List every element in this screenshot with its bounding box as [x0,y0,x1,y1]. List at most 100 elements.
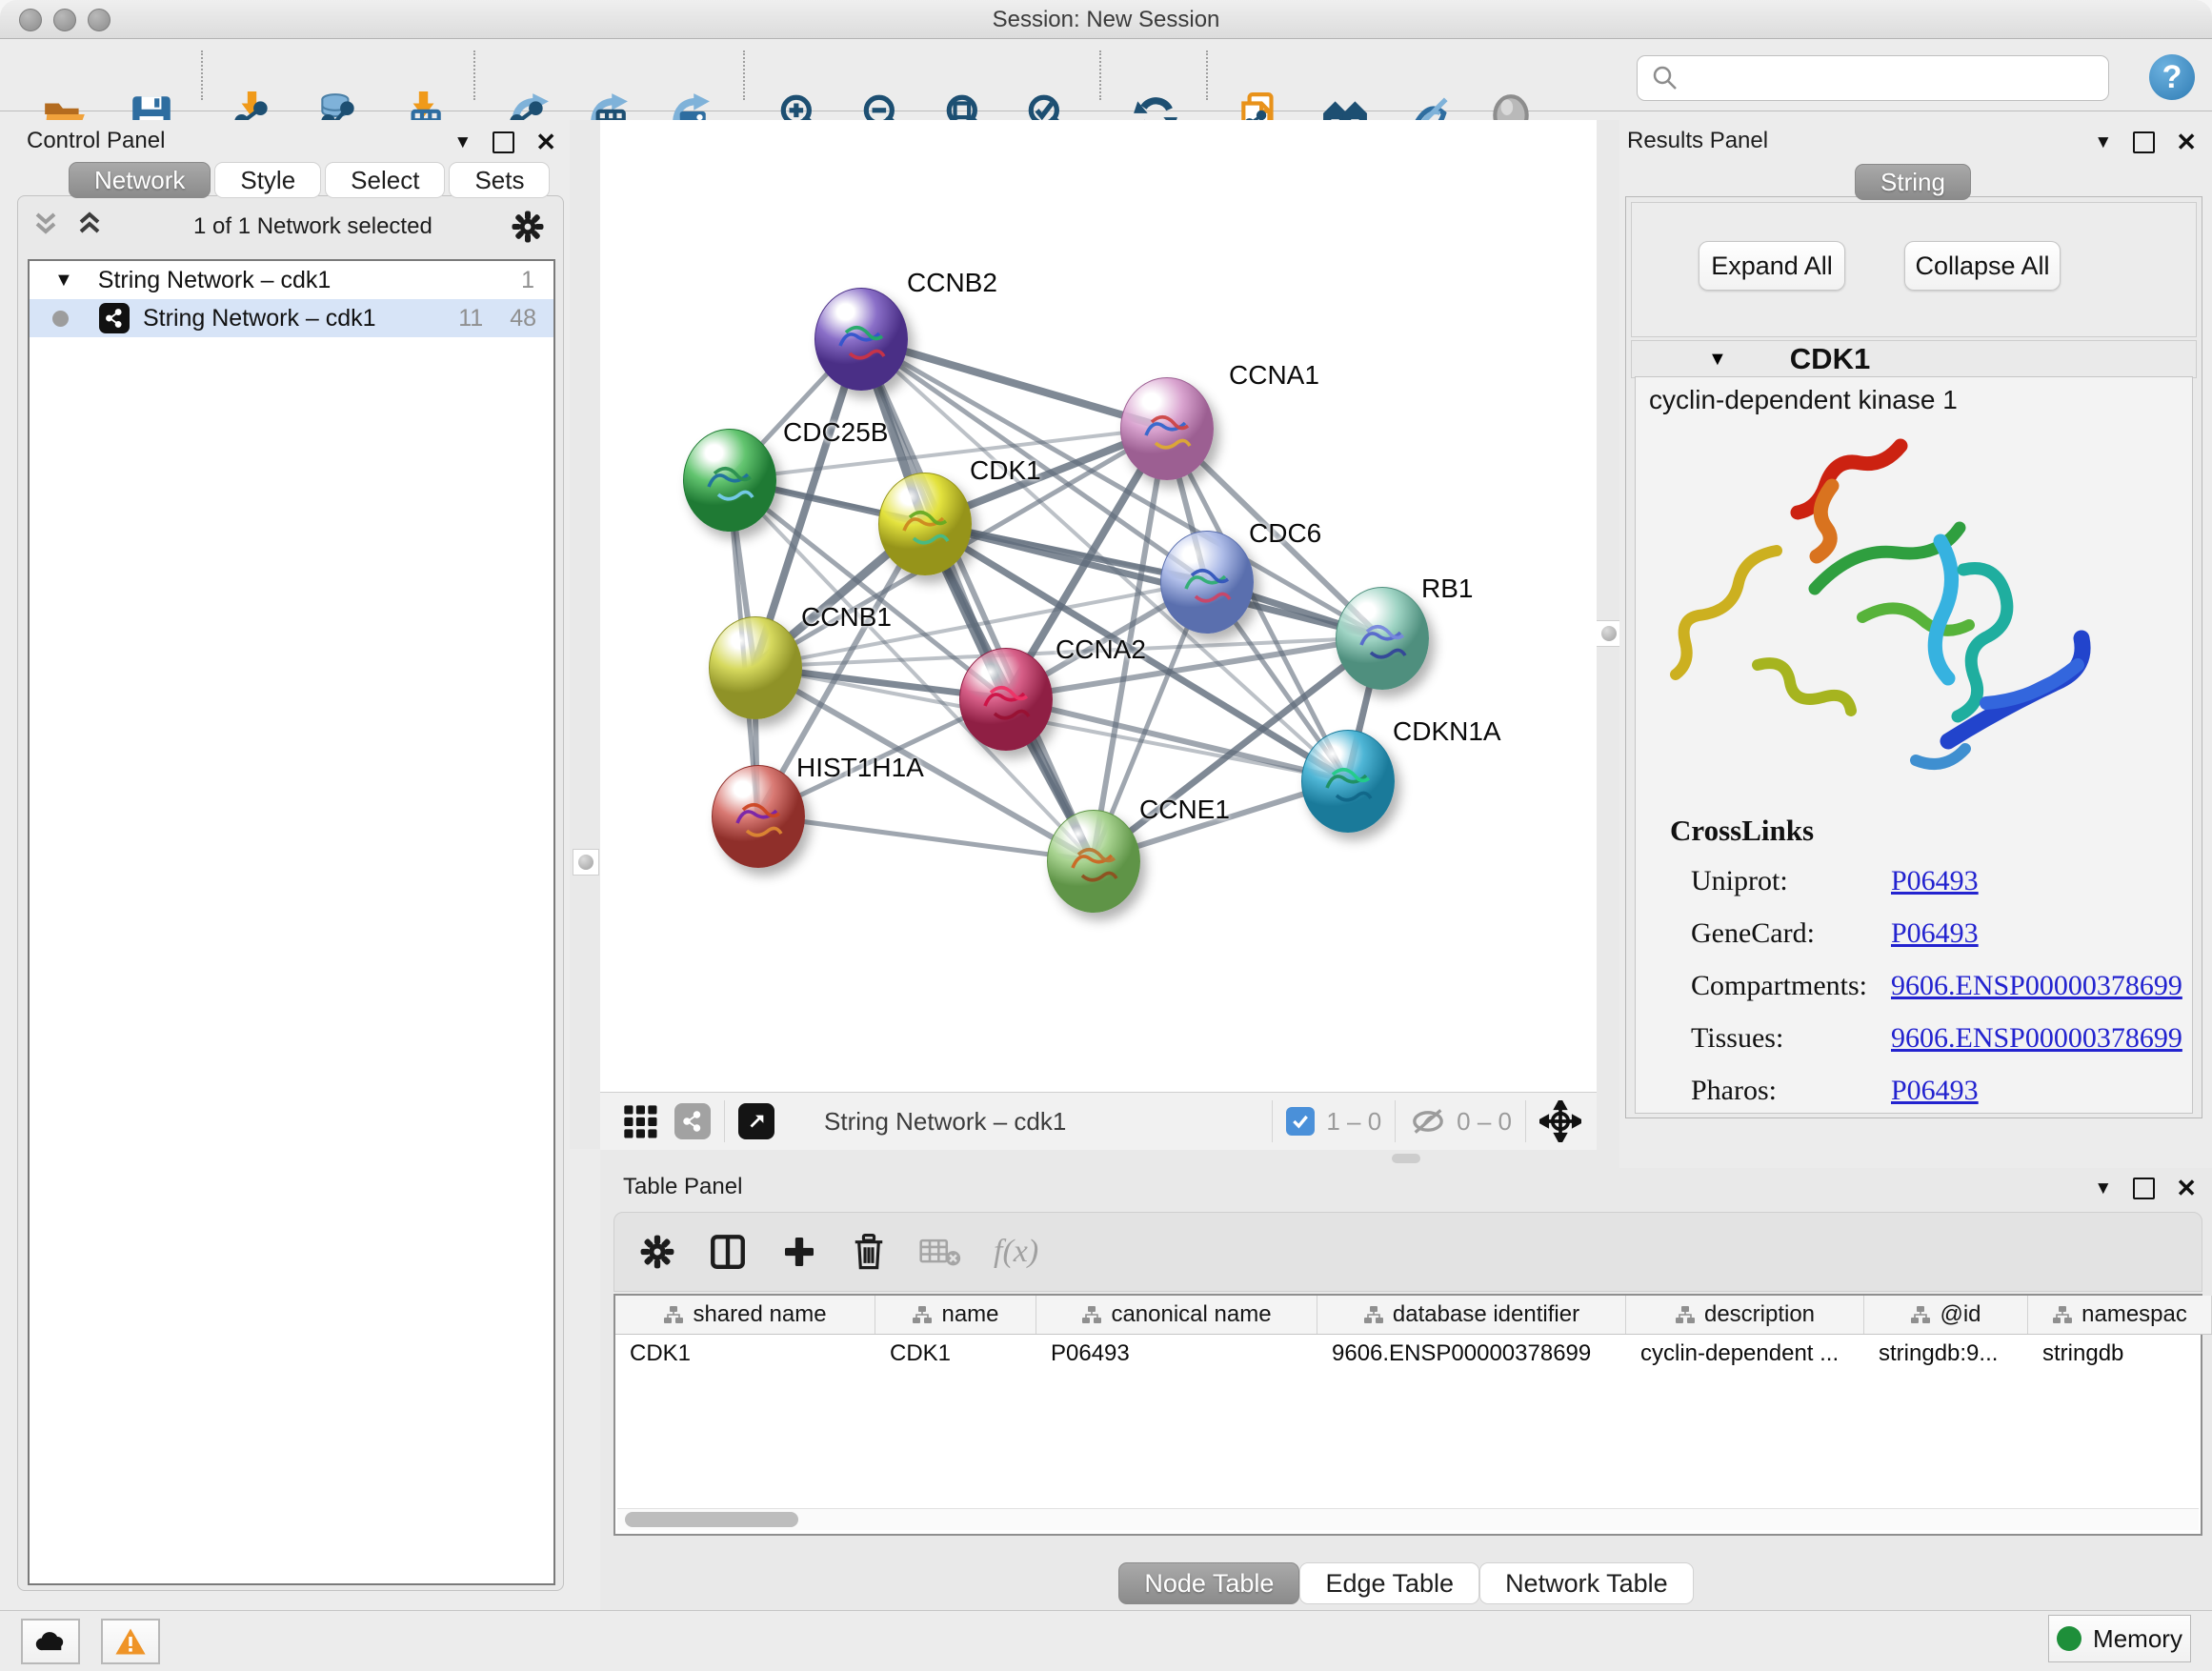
column-header-name[interactable]: name [875,1296,1036,1334]
network-node-cdc6[interactable] [1160,531,1254,634]
gene-name: CDK1 [1790,342,1870,376]
network-row-selected[interactable]: String Network – cdk1 11 48 [30,299,553,337]
open-in-window-icon[interactable] [738,1103,774,1139]
table-row[interactable]: CDK1CDK1P064939606.ENSP00000378699cyclin… [615,1334,2212,1374]
network-node-ccne1[interactable] [1047,810,1140,913]
memory-button[interactable]: Memory [2048,1615,2191,1662]
crosslink-link[interactable]: P06493 [1891,1075,1979,1106]
network-options-gear-icon[interactable] [511,210,545,244]
tab-string[interactable]: String [1855,164,1971,200]
gene-expander-icon[interactable]: ▼ [1708,349,1727,371]
table-cell[interactable]: CDK1 [615,1334,875,1374]
main-toolbar: ? [0,39,2212,111]
expand-all-icon[interactable] [75,211,104,243]
tab-edge-table[interactable]: Edge Table [1299,1562,1479,1604]
selected-checkbox-icon[interactable] [1286,1107,1315,1136]
collection-count: 1 [521,267,534,294]
collection-expander-icon[interactable]: ▼ [54,270,73,292]
network-node-ccnb2[interactable] [814,288,908,391]
gene-details: cyclin-dependent kinase 1 [1635,376,2193,1114]
results-panel-close-icon[interactable]: ✕ [2176,133,2197,151]
scrollbar-thumb[interactable] [625,1512,798,1527]
column-header-description[interactable]: description [1626,1296,1864,1334]
results-panel-menu-icon[interactable]: ▼ [2094,132,2112,153]
table-toolbar: f(x) [613,1212,2202,1292]
network-node-hist1h1a[interactable] [712,765,805,868]
tab-style[interactable]: Style [214,162,321,198]
network-node-ccnb1[interactable] [709,616,802,719]
fit-selected-crosshair-icon[interactable] [1539,1100,1581,1142]
control-panel-float-icon[interactable] [493,131,514,153]
table-horizontal-scrollbar[interactable] [617,1508,2199,1530]
node-label-cdc25b: CDC25B [783,417,888,448]
table-cell[interactable]: P06493 [1036,1334,1317,1374]
network-node-cdkn1a[interactable] [1301,730,1395,833]
results-panel: Results Panel ▼ ✕ String Expand All Coll… [1619,120,2212,1168]
column-header-canonical-name[interactable]: canonical name [1036,1296,1317,1334]
column-header-namespac[interactable]: namespac [2028,1296,2212,1334]
table-settings-gear-icon[interactable] [639,1234,675,1270]
toolbar-separator [1206,50,1208,100]
network-node-cdk1[interactable] [878,473,972,575]
network-share-icon[interactable] [674,1103,711,1139]
results-panel-float-icon[interactable] [2133,131,2155,153]
column-type-icon [2052,1305,2073,1324]
table-cell[interactable]: cyclin-dependent ... [1626,1334,1864,1374]
network-node-cdc25b[interactable] [683,429,776,532]
crosslink-link[interactable]: P06493 [1891,917,1979,949]
network-node-ccna1[interactable] [1120,377,1214,480]
tab-select[interactable]: Select [325,162,445,198]
network-tree-toolbar: 1 of 1 Network selected [31,210,545,244]
crosslink-link[interactable]: 9606.ENSP00000378699 [1891,1022,2182,1054]
crosslink-label: Uniprot: [1691,865,1891,897]
birdseye-grid-icon[interactable] [621,1102,659,1140]
network-node-rb1[interactable] [1336,587,1429,690]
table-cell[interactable]: CDK1 [875,1334,1036,1374]
table-cell[interactable]: stringdb:9... [1864,1334,2028,1374]
hidden-eye-slash-icon[interactable] [1409,1105,1447,1137]
crosslink-link[interactable]: P06493 [1891,865,1979,896]
string-results-box: Expand All Collapse All ▼ CDK1 cyclin-de… [1625,196,2202,1118]
network-status-bar: String Network – cdk1 1 – 0 0 – 0 [600,1092,1597,1150]
crosslink-link[interactable]: 9606.ENSP00000378699 [1891,970,2182,1001]
horizontal-splitter-handle[interactable] [1392,1154,1420,1163]
control-panel-menu-icon[interactable]: ▼ [453,132,472,153]
table-cell[interactable]: 9606.ENSP00000378699 [1317,1334,1626,1374]
network-node-count: 11 [458,305,483,332]
delete-column-trash-icon[interactable] [851,1233,887,1271]
network-node-ccna2[interactable] [959,648,1053,751]
tab-network[interactable]: Network [69,162,211,198]
help-button[interactable]: ? [2149,54,2195,100]
warning-button[interactable] [101,1619,160,1664]
table-panel-menu-icon[interactable]: ▼ [2094,1178,2112,1199]
table-panel-close-icon[interactable]: ✕ [2176,1179,2197,1198]
node-label-ccna1: CCNA1 [1229,360,1319,391]
memory-status-dot-icon [2057,1626,2081,1651]
tab-network-table[interactable]: Network Table [1479,1562,1694,1604]
column-header--id[interactable]: @id [1864,1296,2028,1334]
network-canvas[interactable]: CCNB2CCNA1CDC25BCDK1CDC6RB1CCNB1CCNA2CDK… [600,120,1597,1092]
search-input[interactable] [1637,55,2109,101]
crosslink-label: GeneCard: [1691,917,1891,950]
add-column-plus-icon[interactable] [780,1233,818,1271]
node-table[interactable]: shared namenamecanonical namedatabase id… [613,1294,2202,1536]
left-splitter[interactable] [570,120,600,1149]
toolbar-separator [1099,50,1101,100]
right-splitter-handle[interactable] [1596,620,1622,647]
expand-all-button[interactable]: Expand All [1699,241,1845,291]
hidden-counts: 0 – 0 [1457,1107,1512,1137]
table-panel-float-icon[interactable] [2133,1178,2155,1199]
column-header-database-identifier[interactable]: database identifier [1317,1296,1626,1334]
network-collection-row[interactable]: ▼ String Network – cdk1 1 [30,261,553,299]
collapse-all-icon[interactable] [31,211,60,243]
collapse-all-button[interactable]: Collapse All [1904,241,2061,291]
tab-sets[interactable]: Sets [449,162,550,198]
gene-section-header[interactable]: ▼ CDK1 [1631,340,2197,378]
show-columns-icon[interactable] [708,1232,748,1272]
control-panel-close-icon[interactable]: ✕ [535,133,556,151]
cloud-button[interactable] [21,1619,80,1664]
column-header-shared-name[interactable]: shared name [615,1296,875,1334]
table-cell[interactable]: stringdb [2028,1334,2212,1374]
tab-node-table[interactable]: Node Table [1118,1562,1299,1604]
left-splitter-handle[interactable] [573,849,599,876]
